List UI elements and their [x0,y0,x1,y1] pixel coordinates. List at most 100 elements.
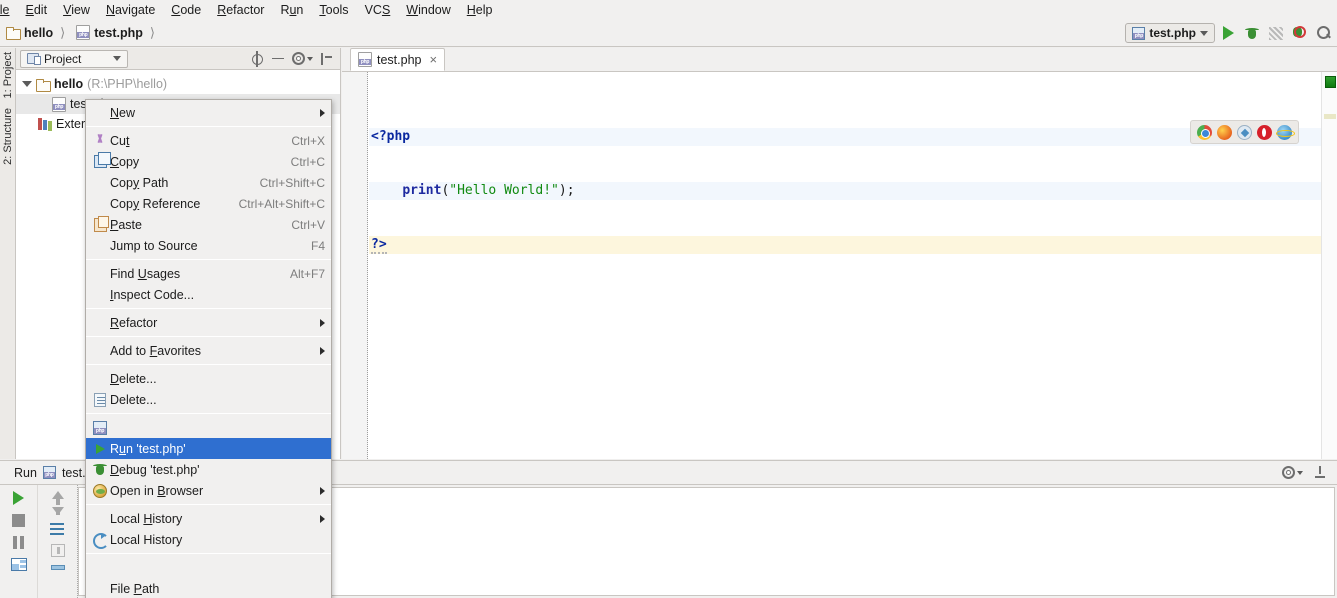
export-icon[interactable] [50,544,65,557]
down-arrow-icon[interactable] [51,507,64,515]
coverage-button[interactable] [1265,22,1287,44]
run-configuration-selector[interactable]: test.php [1125,23,1215,43]
no-icon [90,560,110,576]
code-line-2: print("Hello World!"); [369,182,1321,200]
context-menu-item-show-in-explorer[interactable] [86,557,331,578]
debug-icon [90,462,110,478]
context-menu-item-debug-testphp[interactable]: Debug 'test.php' [86,459,331,480]
close-icon[interactable]: × [429,52,437,67]
left-tool-strip: 1: Project 2: Structure [0,48,16,459]
menu-item-window[interactable]: Window [398,2,458,18]
up-arrow-icon[interactable] [51,491,64,505]
menu-item-vcs[interactable]: VCS [357,2,399,18]
context-menu-cut-shortcut: Ctrl+X [291,133,325,148]
context-menu-item-find-usages[interactable]: Find Usages Alt+F7 [86,263,331,284]
breadcrumb-testphp[interactable]: test.php [70,25,145,40]
project-tab-label: Project [44,51,82,66]
php-file-icon [52,96,66,112]
submenu-arrow-icon [320,318,325,327]
breadcrumb-hello[interactable]: hello [0,26,55,40]
stop-icon[interactable] [12,514,25,527]
layout-icon[interactable] [10,558,27,571]
save-php-icon [90,420,110,436]
context-menu-jump-to-source-shortcut: F4 [310,238,325,253]
context-menu-item-cut[interactable]: Cut Ctrl+X [86,130,331,151]
editor-tab-testphp[interactable]: test.php × [350,48,446,71]
context-menu-item-synchronize-testphp[interactable]: Local History [86,529,331,550]
no-icon [90,266,110,282]
tree-node-hello[interactable]: hello (R:\PHP\hello) [16,74,340,94]
chevron-down-icon [1297,470,1303,475]
code-php-open-tag: <?php [371,129,411,144]
context-menu-item-copy[interactable]: Copy Ctrl+C [86,151,331,172]
internet-explorer-icon[interactable] [1276,124,1295,140]
menu-item-help[interactable]: Help [459,2,501,18]
menu-item-file[interactable]: ile [0,2,18,18]
php-config-icon [1132,26,1146,40]
safari-icon[interactable] [1237,124,1252,140]
scroll-icon[interactable] [50,565,65,570]
menu-item-code[interactable]: Code [163,2,209,18]
context-menu-item-save-testphp[interactable] [86,417,331,438]
inspection-status-icon[interactable] [1325,76,1336,88]
context-menu-item-jump-to-source[interactable]: Jump to Source F4 [86,235,331,256]
no-icon [90,315,110,331]
tree-node-hello-path: (R:\PHP\hello) [87,77,168,91]
menu-tools-label: ools [325,2,349,17]
context-menu-item-add-to-favorites[interactable]: Add to Favorites [86,340,331,361]
project-view-selector[interactable]: Project [20,49,128,68]
context-menu-item-copy-reference[interactable]: Copy Reference Ctrl+Alt+Shift+C [86,193,331,214]
submenu-arrow-icon [320,486,325,495]
menu-separator [86,364,331,365]
menu-item-edit[interactable]: Edit [18,2,56,18]
locate-icon[interactable] [250,50,264,67]
hide-icon[interactable] [320,52,334,66]
context-menu-item-open-in-browser[interactable]: Open in Browser [86,480,331,501]
settings-gear-icon[interactable] [292,52,305,65]
pause-icon[interactable] [12,536,25,549]
firefox-icon[interactable] [1217,124,1232,140]
rerun-icon[interactable] [13,491,24,505]
context-menu-jump-to-source-label: Jump to Source [110,238,198,253]
project-toolbar [250,50,336,67]
context-menu-item-delete[interactable]: Delete... [86,368,331,389]
context-menu-item-new[interactable]: New [86,102,331,123]
menu-item-view[interactable]: View [55,2,98,18]
search-everywhere-button[interactable] [1313,22,1335,44]
chrome-icon[interactable] [1197,124,1212,140]
context-menu-item-paste[interactable]: Paste Ctrl+V [86,214,331,235]
no-icon [90,105,110,121]
sidebar-item-structure[interactable]: 2: Structure [2,108,14,165]
context-menu-item-inspect-code[interactable]: Inspect Code... [86,284,331,305]
context-menu-item-copy-path[interactable]: Copy Path Ctrl+Shift+C [86,172,331,193]
php-file-icon [42,466,56,479]
editor-gutter[interactable] [342,72,368,459]
menu-item-tools[interactable]: Tools [311,2,356,18]
collapse-all-icon[interactable] [271,52,285,66]
chevron-down-icon[interactable] [22,79,32,89]
run-button[interactable] [1217,22,1239,44]
minimize-icon[interactable] [1313,465,1327,480]
context-menu-item-file-path[interactable]: File Path [86,578,331,598]
code-print-function: print [402,183,442,198]
menu-item-run[interactable]: Run [272,2,311,18]
menu-item-refactor[interactable]: Refactor [209,2,272,18]
code-editor[interactable]: <?php print("Hello World!"); ?> [369,72,1321,459]
opera-icon[interactable] [1257,124,1272,140]
context-menu-new-label: ew [119,105,136,120]
context-menu-item-local-history[interactable]: Local History [86,508,331,529]
code-line-1: <?php [369,128,1321,146]
menu-separator [86,126,331,127]
context-menu-item-mark-as-plain-text[interactable]: Delete... [86,389,331,410]
debug-button[interactable] [1241,22,1263,44]
settings-gear-icon[interactable] [1282,466,1295,479]
editor-scrollbar[interactable] [1321,72,1337,459]
context-menu-item-run-testphp[interactable]: Run 'test.php' [86,438,331,459]
menu-item-navigate[interactable]: Navigate [98,2,163,18]
soft-wrap-icon[interactable] [49,523,66,536]
globe-icon [90,483,110,499]
sidebar-item-project[interactable]: 1: Project [2,52,14,98]
stop-debug-button[interactable] [1289,22,1311,44]
context-menu-item-refactor[interactable]: Refactor [86,312,331,333]
run-header-toolbar [1282,465,1337,480]
